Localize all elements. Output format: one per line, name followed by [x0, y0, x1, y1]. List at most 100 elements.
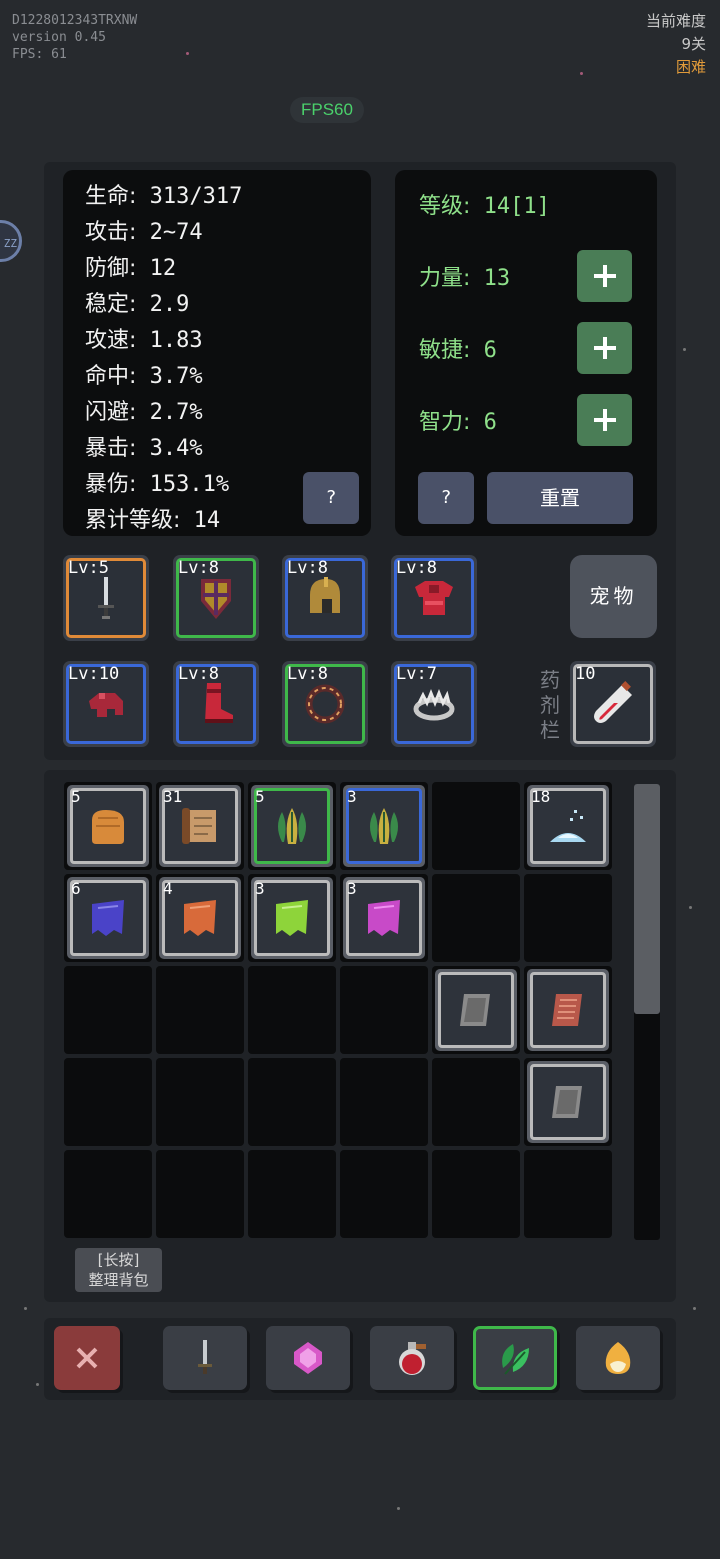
sword-icon: [98, 577, 114, 619]
plus-icon: [593, 409, 616, 431]
bag-cell[interactable]: [432, 1150, 520, 1238]
potion-slot[interactable]: 10: [570, 661, 656, 747]
equip-slot-helmet[interactable]: Lv:8: [282, 555, 368, 641]
herb-icon: [370, 808, 398, 844]
filter-weapons-button[interactable]: [163, 1326, 247, 1390]
stage-number: 9关: [681, 35, 706, 53]
bag-item-copper-tablet[interactable]: [527, 969, 609, 1051]
fps-debug: FPS: 61: [12, 47, 67, 62]
bag-cell[interactable]: [524, 1150, 612, 1238]
bag-item-cloth-lime[interactable]: 3: [251, 877, 333, 959]
bag-cell[interactable]: [64, 1058, 152, 1146]
close-button[interactable]: [54, 1326, 120, 1390]
stat-crit: 暴击: 3.4%: [85, 436, 203, 461]
stat-accuracy: 命中: 3.7%: [85, 364, 203, 389]
shield-icon: [201, 579, 231, 619]
stats-panel: 生命: 313/317 攻击: 2~74 防御: 12 稳定: 2.9 攻速: …: [63, 170, 371, 536]
version-text: version 0.45: [12, 30, 106, 45]
bag-cell[interactable]: [432, 782, 520, 870]
bag-cell[interactable]: [156, 1058, 244, 1146]
equip-slot-crown[interactable]: Lv:7: [391, 661, 477, 747]
bag-cell[interactable]: [248, 1058, 336, 1146]
equip-slot-weapon[interactable]: Lv:5: [63, 555, 149, 641]
bag-cell[interactable]: [156, 1150, 244, 1238]
scroll-icon: [182, 808, 216, 844]
attr-intelligence: 智力: 6: [419, 410, 497, 435]
bag-cell[interactable]: [248, 966, 336, 1054]
bag-cell[interactable]: [432, 1058, 520, 1146]
stat-hp: 生命: 313/317: [85, 184, 243, 209]
crown-icon: [413, 688, 455, 721]
agility-plus-button[interactable]: [577, 322, 632, 374]
reset-button[interactable]: 重置: [487, 472, 633, 524]
filter-materials-button[interactable]: [473, 1326, 557, 1390]
inventory-scroll-thumb[interactable]: [634, 784, 660, 1014]
equip-slot-boots[interactable]: Lv:8: [173, 661, 259, 747]
equip-slot-ring[interactable]: Lv:8: [282, 661, 368, 747]
close-icon: [76, 1347, 98, 1369]
bag-item-herb-green[interactable]: 5: [251, 785, 333, 867]
leaf-icon: [502, 1344, 529, 1375]
item-count: 6: [71, 879, 81, 898]
bag-cell[interactable]: [64, 966, 152, 1054]
bag-item-herb-blue[interactable]: 3: [343, 785, 425, 867]
bag-item-crystal-dust[interactable]: 18: [527, 785, 609, 867]
bag-item-bread[interactable]: 5: [67, 785, 149, 867]
bag-cell[interactable]: [432, 874, 520, 962]
star: [689, 906, 692, 909]
cloth-icon: [276, 900, 308, 936]
difficulty-level: 困难: [675, 58, 706, 76]
star: [36, 1383, 39, 1386]
bag-cell[interactable]: [340, 1058, 428, 1146]
difficulty-info: 当前难度 9关 困难: [646, 10, 706, 79]
star: [693, 1307, 696, 1310]
stat-attack: 攻击: 2~74: [85, 220, 203, 245]
boots-icon: [205, 683, 233, 723]
armor-icon: [415, 581, 453, 615]
bag-cell[interactable]: [156, 966, 244, 1054]
bag-item-stone-tablet[interactable]: [527, 1061, 609, 1143]
attr-agility: 敏捷: 6: [419, 338, 497, 363]
stone-tablet-icon: [460, 994, 490, 1026]
bag-cell[interactable]: [340, 966, 428, 1054]
bag-item-cloth-orange[interactable]: 4: [159, 877, 241, 959]
attributes-panel: 等级: 14[1] 力量: 13 敏捷: 6 智力: 6 ? 重置: [395, 170, 657, 536]
stat-total-level: 累计等级: 14: [85, 508, 221, 533]
item-count: 4: [163, 879, 173, 898]
attributes-help-button[interactable]: ?: [418, 472, 474, 524]
equip-slot-shield[interactable]: Lv:8: [173, 555, 259, 641]
bag-item-cloth-magenta[interactable]: 3: [343, 877, 425, 959]
helmet-icon: [310, 577, 340, 613]
gloves-icon: [89, 693, 123, 717]
bag-cell[interactable]: [340, 1150, 428, 1238]
equip-slot-gloves[interactable]: Lv:10: [63, 661, 149, 747]
item-count: 3: [347, 879, 357, 898]
sort-bag-button[interactable]: [长按] 整理背包: [75, 1248, 162, 1292]
star: [580, 72, 583, 75]
stat-dodge: 闪避: 2.7%: [85, 400, 203, 425]
filter-gems-button[interactable]: [266, 1326, 350, 1390]
equip-slot-armor[interactable]: Lv:8: [391, 555, 477, 641]
pet-button[interactable]: 宠物: [570, 555, 657, 638]
bag-cell[interactable]: [64, 1150, 152, 1238]
intelligence-plus-button[interactable]: [577, 394, 632, 446]
item-count: 5: [71, 787, 81, 806]
filter-eggs-button[interactable]: [576, 1326, 660, 1390]
crystal-dust-icon: [550, 810, 586, 842]
bag-cell[interactable]: [248, 1150, 336, 1238]
item-count: 3: [347, 787, 357, 806]
bag-item-stone-tablet[interactable]: [435, 969, 517, 1051]
bag-item-cloth-blue[interactable]: 6: [67, 877, 149, 959]
stats-help-button[interactable]: ?: [303, 472, 359, 524]
bag-cell[interactable]: [524, 874, 612, 962]
attr-level: 等级: 14[1]: [419, 194, 550, 219]
star: [397, 1507, 400, 1510]
filter-potions-button[interactable]: [370, 1326, 454, 1390]
strength-plus-button[interactable]: [577, 250, 632, 302]
potion-vial-icon: [594, 681, 632, 723]
egg-icon: [605, 1342, 631, 1374]
sleep-bubble[interactable]: ZZ: [0, 220, 22, 262]
bag-item-scroll[interactable]: 31: [159, 785, 241, 867]
fps-badge: FPS60: [290, 97, 364, 123]
stat-attack-speed: 攻速: 1.83: [85, 328, 203, 353]
